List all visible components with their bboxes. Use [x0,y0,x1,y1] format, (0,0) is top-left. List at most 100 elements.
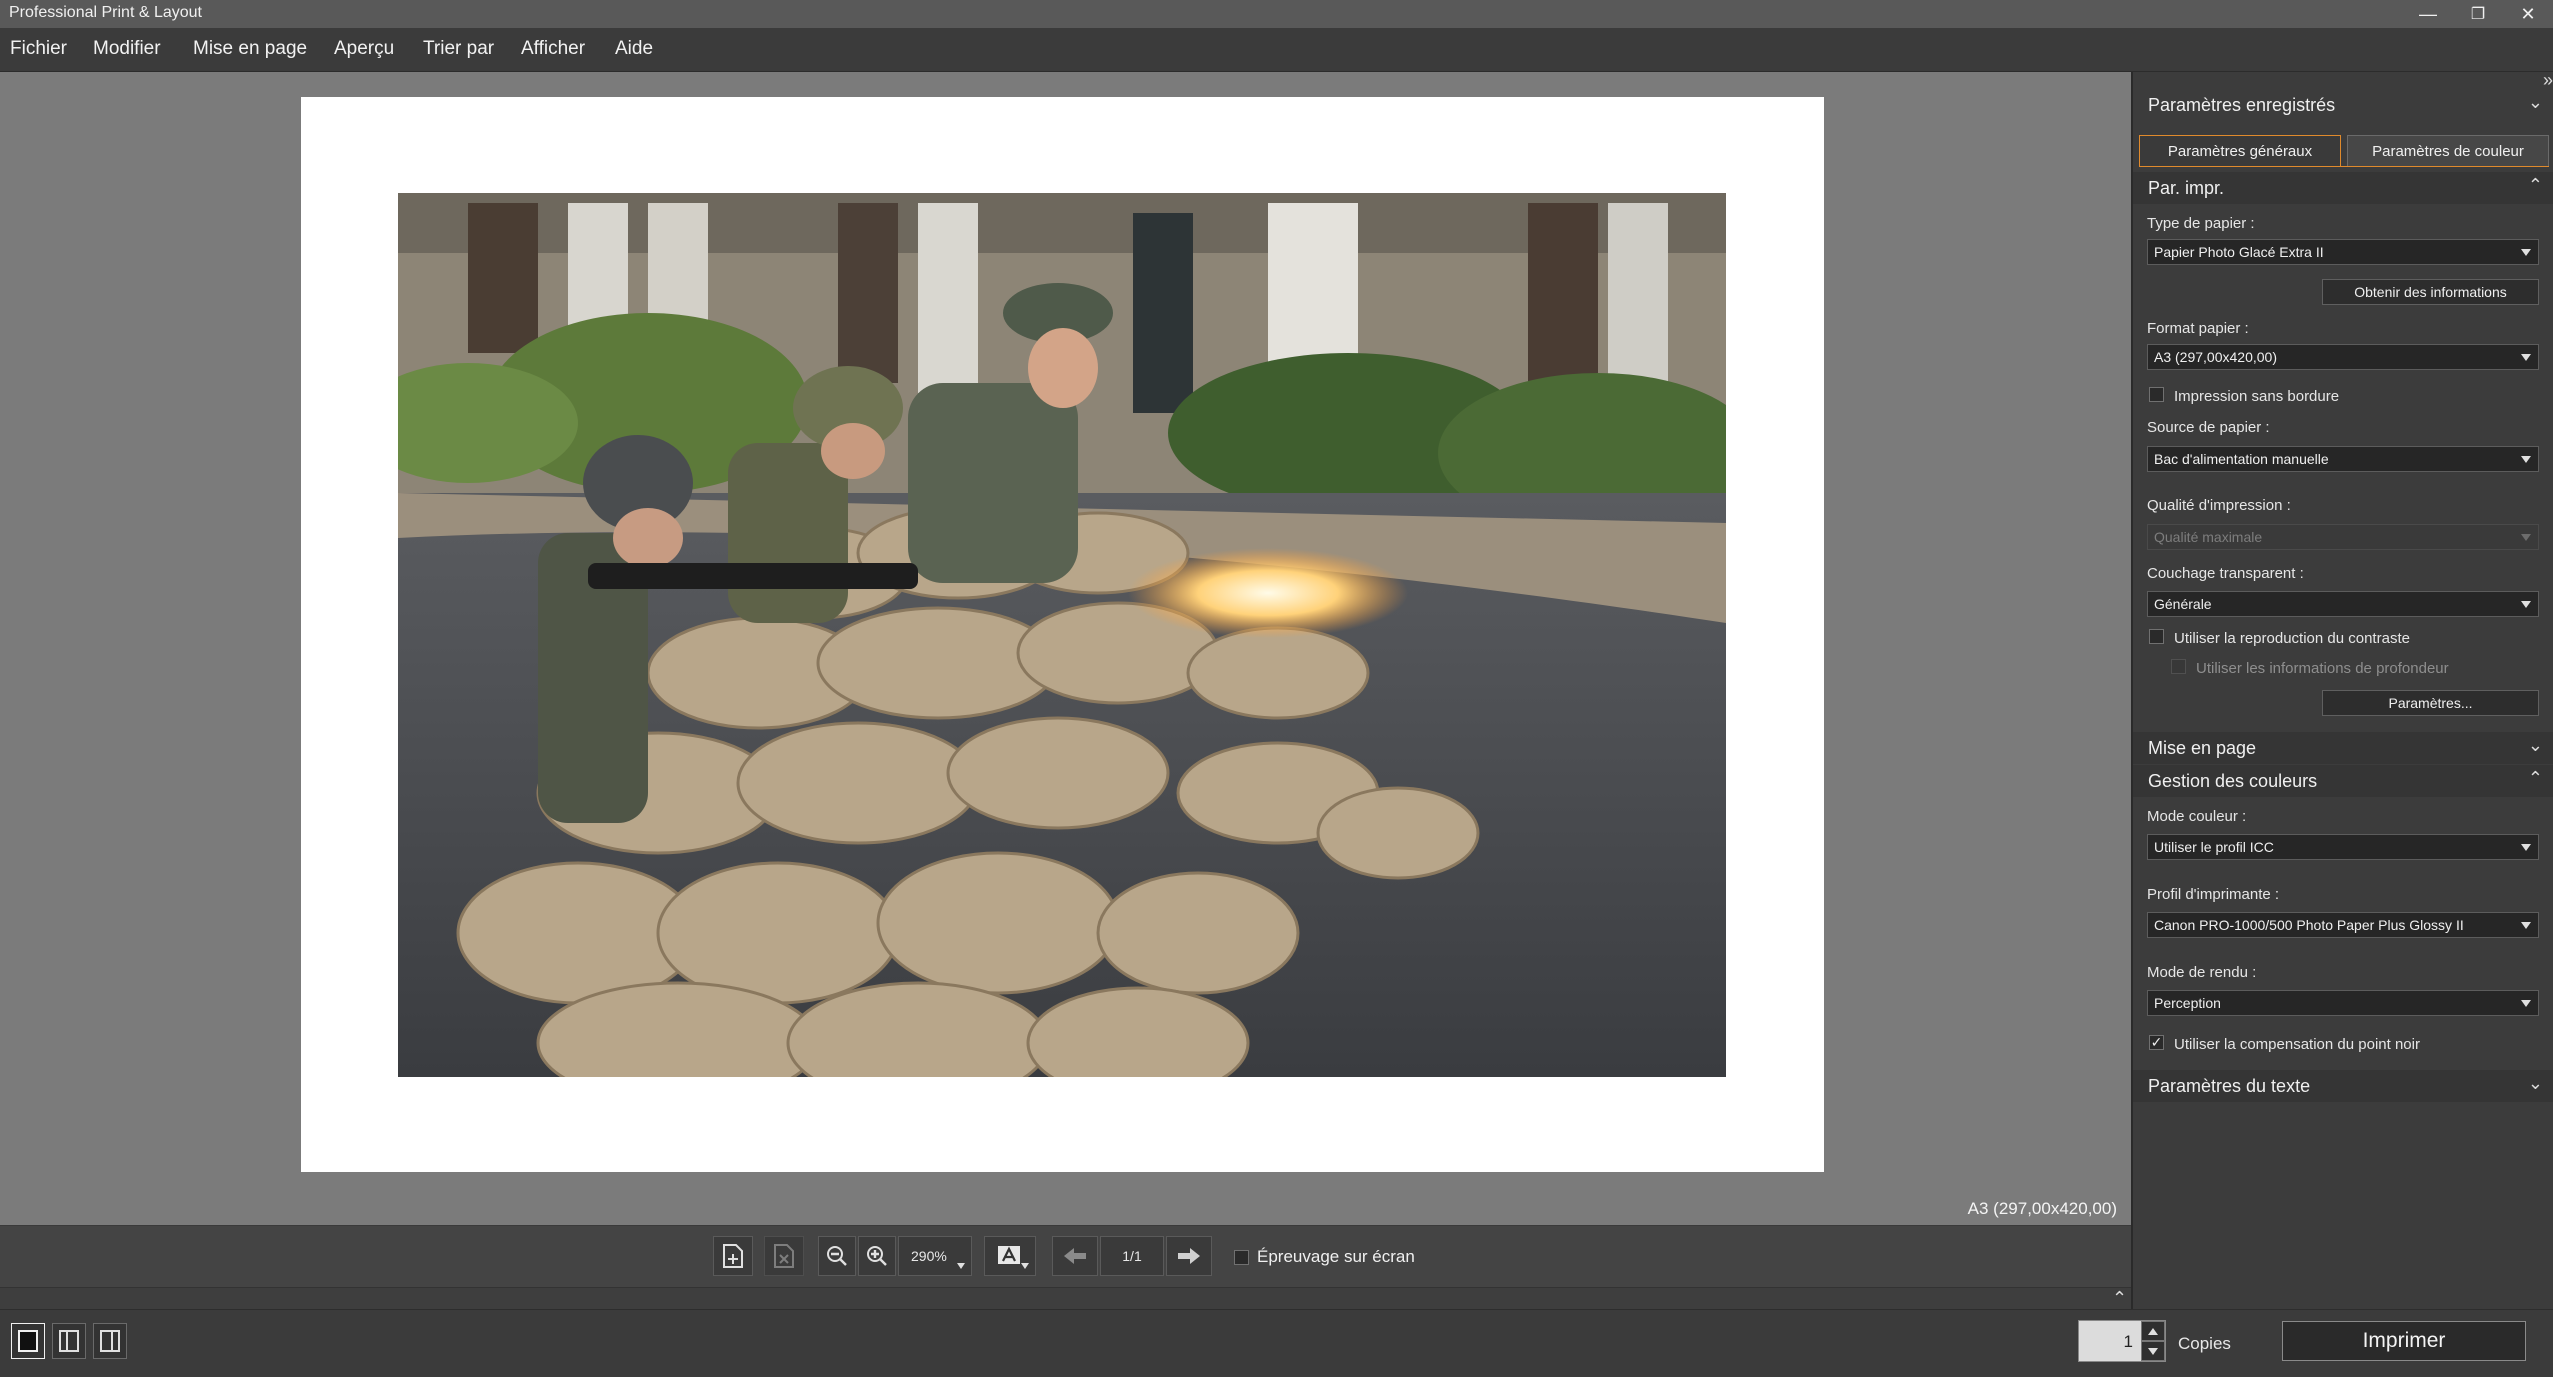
paper-source-select[interactable]: Bac d'alimentation manuelle [2147,446,2539,472]
chevron-down-icon [2521,354,2531,361]
add-page-icon [723,1244,743,1268]
menu-file[interactable]: Fichier [10,38,67,60]
zoom-out-icon [827,1246,847,1266]
tab-general-settings[interactable]: Paramètres généraux [2139,135,2341,167]
color-management-header[interactable]: Gestion des couleurs ⌃ [2133,765,2553,797]
prev-page-icon [1064,1248,1086,1264]
collapse-up-icon[interactable]: ⌃ [2112,1288,2127,1309]
black-point-label: Utiliser la compensation du point noir [2174,1036,2420,1053]
menu-help[interactable]: Aide [615,38,653,60]
paper-size-field-label: Format papier : [2147,320,2249,337]
print-button[interactable]: Imprimer [2282,1321,2526,1361]
zoom-out-button[interactable] [818,1236,856,1276]
color-mode-select[interactable]: Utiliser le profil ICC [2147,834,2539,860]
rendering-intent-select[interactable]: Perception [2147,990,2539,1016]
layout-header[interactable]: Mise en page ⌄ [2133,732,2553,764]
restore-icon[interactable]: ❐ [2453,0,2503,28]
menu-view[interactable]: Afficher [521,38,585,60]
photo-image [398,193,1726,1077]
copies-label: Copies [2178,1334,2231,1353]
menu-layout[interactable]: Mise en page [193,38,307,60]
chevron-down-icon [2521,456,2531,463]
rendering-intent-label: Mode de rendu : [2147,964,2257,981]
view-single-button[interactable] [11,1323,45,1359]
parameters-button[interactable]: Paramètres... [2322,690,2539,716]
color-mode-label: Mode couleur : [2147,808,2247,825]
printer-profile-select[interactable]: Canon PRO-1000/500 Photo Paper Plus Glos… [2147,912,2539,938]
preview-canvas[interactable]: A3 (297,00x420,00) [0,72,2131,1225]
soft-proof-checkbox[interactable] [1234,1250,1249,1265]
view-split-button[interactable] [52,1323,86,1359]
chevron-up-icon: ⌃ [2527,175,2543,195]
contrast-label: Utiliser la reproduction du contraste [2174,630,2410,647]
title-bar: Professional Print & Layout — ❐ ✕ [0,0,2553,28]
arrow-up-icon [2148,1328,2158,1335]
expand-panel-icon[interactable]: » [2543,70,2553,91]
chevron-down-icon [2521,1000,2531,1007]
saved-settings-header[interactable]: Paramètres enregistrés ⌄ [2133,89,2553,121]
chevron-down-icon: ⌄ [2527,92,2543,112]
window-title: Professional Print & Layout [9,4,202,21]
copies-input[interactable]: 1 [2124,1332,2133,1352]
single-view-icon [18,1330,38,1352]
minimize-icon[interactable]: — [2403,0,2453,28]
contrast-checkbox[interactable] [2149,629,2164,644]
paper-type-select[interactable]: Papier Photo Glacé Extra II [2147,239,2539,265]
add-page-button[interactable] [713,1236,753,1276]
chevron-down-icon [957,1263,965,1269]
chevron-down-icon [2521,922,2531,929]
chevron-down-icon [2521,534,2531,541]
paper-size-select[interactable]: A3 (297,00x420,00) [2147,344,2539,370]
paper-preview[interactable] [301,97,1824,1172]
text-button[interactable] [984,1236,1036,1276]
depth-label: Utiliser les informations de profondeur [2196,660,2449,677]
chevron-down-icon: ⌄ [2527,735,2543,755]
clear-coating-select[interactable]: Générale [2147,591,2539,617]
zoom-in-button[interactable] [858,1236,896,1276]
collapse-strip: ⌃ [0,1287,2131,1310]
arrow-down-icon [2148,1348,2158,1355]
borderless-checkbox[interactable] [2149,387,2164,402]
list-view-icon [100,1330,120,1352]
delete-page-button[interactable] [764,1236,804,1276]
status-bar: 1 Copies Imprimer [0,1309,2553,1377]
split-view-icon [59,1330,79,1352]
clear-coating-label: Couchage transparent : [2147,565,2304,582]
text-settings-header[interactable]: Paramètres du texte ⌄ [2133,1070,2553,1102]
chevron-down-icon: ⌄ [2527,1073,2543,1093]
tab-color-settings[interactable]: Paramètres de couleur [2347,135,2549,167]
settings-panel: » Paramètres enregistrés ⌄ Paramètres gé… [2131,70,2553,1309]
text-icon [998,1246,1020,1264]
menu-preview[interactable]: Aperçu [334,38,394,60]
menu-edit[interactable]: Modifier [93,38,161,60]
copies-down-button[interactable] [2141,1341,2165,1361]
menu-sort-by[interactable]: Trier par [423,38,494,60]
chevron-down-icon [1021,1263,1029,1269]
get-info-button[interactable]: Obtenir des informations [2322,279,2539,305]
chevron-down-icon [2521,844,2531,851]
print-quality-select: Qualité maximale [2147,524,2539,550]
paper-type-label: Type de papier : [2147,215,2255,232]
menu-bar: Fichier Modifier Mise en page Aperçu Tri… [0,28,2553,72]
depth-checkbox [2171,659,2186,674]
soft-proof-label: Épreuvage sur écran [1257,1247,1415,1266]
close-icon[interactable]: ✕ [2503,0,2553,28]
print-quality-label: Qualité d'impression : [2147,497,2291,514]
black-point-checkbox[interactable]: ✓ [2149,1035,2164,1050]
delete-page-icon [774,1244,794,1268]
copies-up-button[interactable] [2141,1321,2165,1341]
copies-spinner[interactable]: 1 [2078,1320,2166,1362]
photo-preview[interactable] [398,193,1726,1077]
zoom-select[interactable]: 290% [898,1236,972,1276]
prev-page-button[interactable] [1052,1236,1098,1276]
print-settings-header[interactable]: Par. impr. ⌃ [2133,172,2553,204]
view-list-button[interactable] [93,1323,127,1359]
chevron-down-icon [2521,249,2531,256]
preview-toolbar: 290% 1/1 Épreuvage sur écran [0,1225,2131,1288]
paper-size-label: A3 (297,00x420,00) [1967,1199,2117,1218]
zoom-value: 290% [911,1248,947,1264]
chevron-down-icon [2521,601,2531,608]
next-page-button[interactable] [1166,1236,1212,1276]
chevron-up-icon: ⌃ [2527,768,2543,788]
paper-source-label: Source de papier : [2147,419,2270,436]
